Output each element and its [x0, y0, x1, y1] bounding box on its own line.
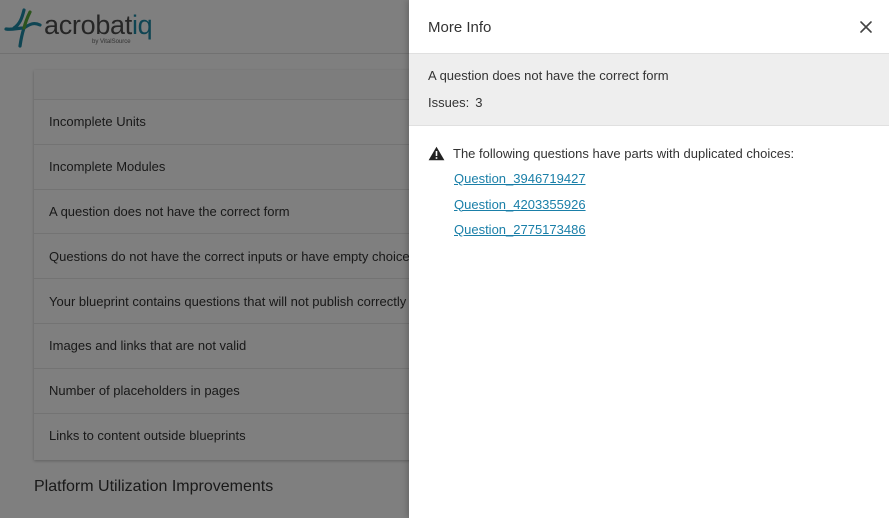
- issues-count: 3: [475, 95, 483, 110]
- warning-icon: [428, 146, 445, 161]
- close-button[interactable]: [858, 19, 874, 35]
- drawer-title: More Info: [428, 19, 492, 36]
- issue-detail: The following questions have parts with …: [409, 126, 889, 247]
- warning-text: The following questions have parts with …: [453, 146, 795, 161]
- question-link[interactable]: Question_2775173486: [454, 221, 870, 247]
- drawer-header: More Info: [409, 0, 889, 54]
- question-links: Question_3946719427 Question_4203355926 …: [454, 170, 870, 247]
- warning-line: The following questions have parts with …: [428, 146, 870, 161]
- more-info-drawer: More Info A question does not have the c…: [409, 0, 889, 518]
- summary-title: A question does not have the correct for…: [428, 68, 669, 83]
- question-link[interactable]: Question_3946719427: [454, 170, 870, 196]
- issues-count-row: Issues: 3: [428, 95, 870, 110]
- issues-label: Issues:: [428, 95, 470, 110]
- issue-summary: A question does not have the correct for…: [409, 54, 889, 126]
- close-icon: [860, 21, 872, 33]
- question-link[interactable]: Question_4203355926: [454, 196, 870, 222]
